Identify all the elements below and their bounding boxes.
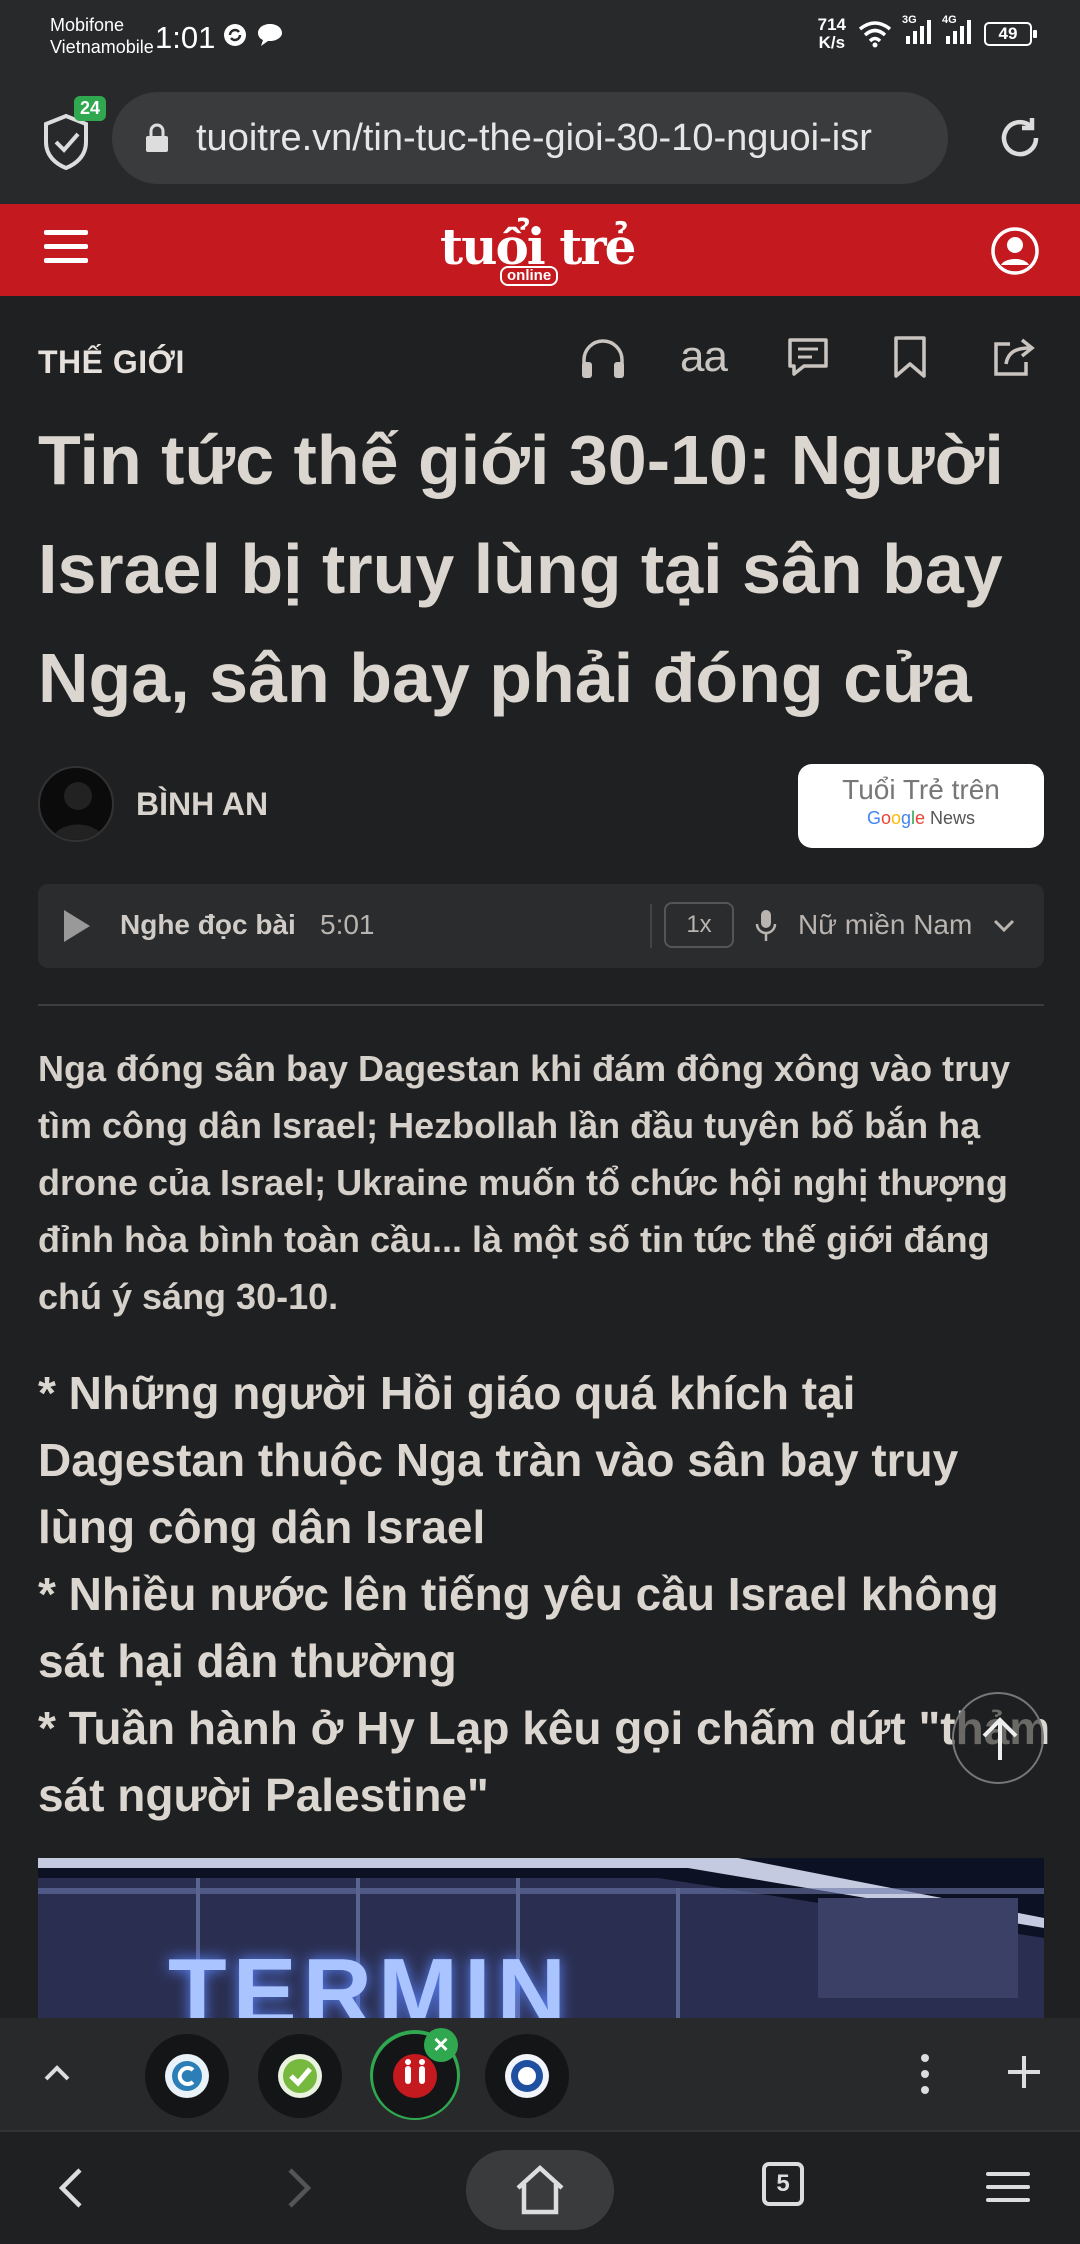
google-letter: o [890, 808, 901, 828]
check-icon [278, 2054, 322, 2098]
highlight-item[interactable]: * Những người Hồi giáo quá khích tại Dag… [38, 1360, 1058, 1561]
reload-icon[interactable] [996, 114, 1044, 162]
signal-4g: 4G [942, 14, 972, 51]
audio-player: Nghe đọc bài 5:01 1x Nữ miền Nam [38, 884, 1044, 968]
share-icon[interactable] [990, 334, 1036, 380]
article-sapo: Nga đóng sân bay Dagestan khi đám đông x… [38, 1048, 1011, 1317]
google-news-word: News [930, 808, 976, 828]
arrow-up-icon [982, 1717, 1018, 1760]
forward-icon[interactable] [278, 2166, 318, 2210]
voice-select[interactable]: Nữ miền Nam [798, 909, 972, 941]
tab-switcher-button[interactable]: 5 [762, 2162, 804, 2206]
google-letter: e [915, 808, 926, 828]
sync-icon [224, 24, 246, 46]
url-field[interactable]: tuoitre.vn/tin-tuc-the-gioi-30-10-nguoi-… [112, 92, 948, 184]
url-text: tuoitre.vn/tin-tuc-the-gioi-30-10-nguoi-… [196, 117, 872, 159]
net-speed: 714 K/s [818, 16, 846, 52]
home-button[interactable] [466, 2150, 614, 2230]
lock-icon [146, 123, 168, 152]
avatar[interactable] [38, 766, 114, 842]
carrier-2: Vietnamobile [50, 37, 154, 57]
plus-icon[interactable] [1004, 2052, 1044, 2092]
article-highlights: * Những người Hồi giáo quá khích tại Dag… [38, 1360, 1058, 1829]
font-size-button[interactable]: aa [680, 332, 728, 382]
highlight-item[interactable]: * Tuần hành ở Hy Lạp kêu gọi chấm dứt "t… [38, 1695, 1058, 1829]
site-header: tuổi trẻ online [0, 204, 1080, 296]
close-tab-button[interactable]: × [424, 2028, 458, 2062]
more-vert-icon[interactable] [918, 2052, 932, 2096]
battery-indicator: 49 [984, 22, 1037, 46]
section-toolbar: THẾ GIỚI aa [0, 296, 1080, 424]
author-name[interactable]: BÌNH AN [136, 786, 268, 823]
browser-nav-bar: 5 [0, 2130, 1080, 2244]
tab-thumb[interactable] [485, 2034, 569, 2118]
chat-icon [258, 24, 282, 46]
audio-divider [650, 904, 652, 948]
status-bar: Mobifone Vietnamobile 1:01 714 K/s 3G 4G… [0, 0, 1080, 82]
google-news-line2: Google News [798, 808, 1044, 829]
status-right: 714 K/s 3G 4G 49 [818, 14, 1037, 52]
browser-tab-strip: × [0, 2018, 1080, 2130]
google-letter: o [880, 808, 891, 828]
headline-clip: Tin tức thế giới 30-10: Người Israel bị … [0, 424, 1080, 734]
comment-icon[interactable] [786, 334, 830, 380]
bookmark-icon[interactable] [892, 334, 928, 380]
signal-4g-label: 4G [942, 13, 957, 26]
audio-duration: 5:01 [320, 909, 375, 940]
carrier-1: Mobifone [50, 15, 125, 35]
shield-badge: 24 [74, 96, 107, 121]
audio-label[interactable]: Nghe đọc bài [120, 909, 296, 941]
section-name[interactable]: THẾ GIỚI [38, 344, 185, 381]
scroll-to-top-button[interactable] [952, 1692, 1044, 1784]
image-sign-text: TERMIN [168, 1939, 572, 2018]
tab-thumb[interactable] [145, 2034, 229, 2118]
home-icon [516, 2164, 564, 2215]
google-letter: G [866, 808, 881, 828]
author-row: BÌNH AN Tuổi Trẻ trên Google News [38, 764, 1044, 848]
account-icon[interactable] [990, 226, 1040, 276]
site-c-icon [165, 2054, 209, 2098]
site-logo-sub: online [500, 266, 559, 286]
menu-icon[interactable] [44, 230, 88, 270]
playback-speed-button[interactable]: 1x [664, 902, 734, 948]
clock: 1:01 [155, 20, 216, 55]
signal-3g-label: 3G [902, 13, 917, 26]
notification-icons [222, 22, 284, 48]
net-speed-unit: K/s [818, 33, 846, 52]
headphones-icon[interactable] [578, 334, 628, 384]
google-news-line1: Tuổi Trẻ trên [842, 774, 1000, 805]
microphone-icon [755, 910, 777, 941]
article-headline: Tin tức thế giới 30-10: Người Israel bị … [38, 424, 1004, 717]
divider [38, 1004, 1044, 1006]
google-letter: g [900, 808, 911, 828]
article-image[interactable]: TERMIN [38, 1858, 1044, 2018]
highlight-item[interactable]: * Nhiều nước lên tiếng yêu cầu Israel kh… [38, 1561, 1058, 1695]
tab-thumb[interactable] [258, 2034, 342, 2118]
menu-icon[interactable] [986, 2172, 1030, 2211]
chevron-down-icon[interactable] [990, 912, 1018, 940]
chevron-up-icon[interactable] [40, 2056, 74, 2090]
voz-icon [505, 2054, 549, 2098]
play-icon[interactable] [64, 910, 90, 942]
shield-icon[interactable] [40, 112, 92, 172]
google-news-button[interactable]: Tuổi Trẻ trên Google News [798, 764, 1044, 848]
avatar-silhouette-icon [51, 782, 105, 840]
browser-url-bar: 24 tuoitre.vn/tin-tuc-the-gioi-30-10-ngu… [0, 82, 1080, 204]
signal-3g: 3G [902, 14, 932, 51]
carrier-names: Mobifone Vietnamobile [50, 14, 154, 58]
wifi-icon [858, 21, 892, 48]
net-speed-value: 714 [817, 15, 846, 34]
back-icon[interactable] [52, 2166, 92, 2210]
